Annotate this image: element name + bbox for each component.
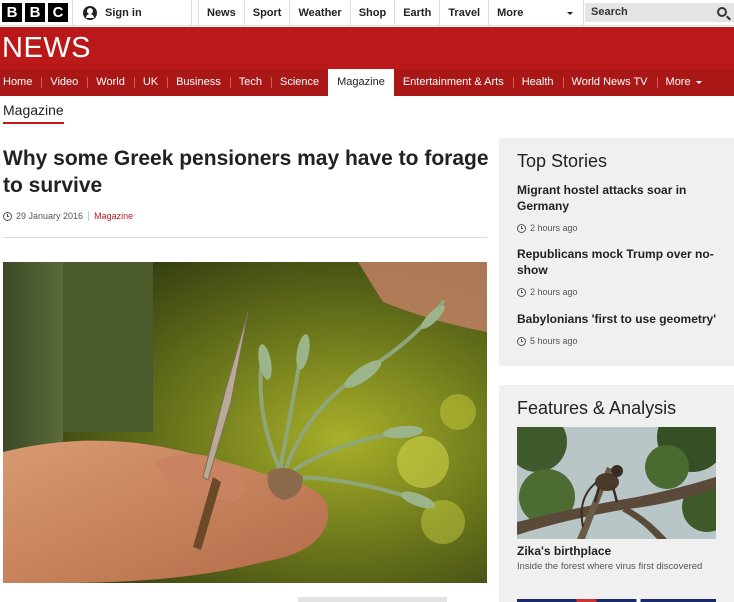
clock-icon [517,287,526,297]
section-nav-world[interactable]: World [87,69,134,96]
features-heading: Features & Analysis [517,398,677,418]
top-story-item[interactable]: Republicans mock Trump over no-show 2 ho… [517,246,727,297]
article-section-link[interactable]: Magazine [94,211,133,221]
clock-icon [517,336,526,346]
section-nav: Home Video World UK Business Tech Scienc… [0,69,734,96]
hero-image [3,262,487,583]
top-story-time-label: 2 hours ago [530,223,578,233]
section-nav-video[interactable]: Video [41,69,87,96]
meta-divider [88,211,90,221]
user-icon [83,6,97,20]
bbc-logo-letter: C [48,3,68,22]
top-stories-heading: Top Stories [517,151,608,171]
section-nav-world-news-tv[interactable]: World News TV [562,69,657,96]
features-panel: Features & Analysis Zika's birthplace In… [499,385,734,602]
top-story-time-label: 2 hours ago [530,287,578,297]
top-story-title[interactable]: Babylonians 'first to use geometry' [517,311,727,327]
top-story-time-label: 5 hours ago [530,336,578,346]
top-story-item[interactable]: Migrant hostel attacks soar in Germany 2… [517,182,727,233]
top-story-title[interactable]: Republicans mock Trump over no-show [517,246,727,278]
global-nav-travel[interactable]: Travel [439,0,488,26]
top-story-time: 2 hours ago [517,223,727,233]
sign-in-button[interactable]: Sign in [72,0,192,26]
top-story-item[interactable]: Babylonians 'first to use geometry' 5 ho… [517,311,727,346]
bbc-logo-letter: B [25,3,45,22]
news-logo[interactable]: NEWS [2,32,91,65]
feature-image[interactable] [517,427,716,539]
global-nav-more[interactable]: More [488,0,585,26]
global-nav: News Sport Weather Shop Earth Travel Mor… [198,0,585,26]
section-label[interactable]: Magazine [3,102,64,124]
article-date: 29 January 2016 [16,211,84,221]
global-nav-sport[interactable]: Sport [243,0,290,26]
top-story-title[interactable]: Migrant hostel attacks soar in Germany [517,182,727,214]
search-icon[interactable] [717,7,727,17]
sign-in-label: Sign in [105,7,142,19]
section-nav-home[interactable]: Home [0,69,41,96]
clock-icon [3,211,12,221]
bbc-logo[interactable]: B B C [2,3,68,22]
global-nav-shop[interactable]: Shop [349,0,395,26]
top-story-time: 2 hours ago [517,287,727,297]
article-headline: Why some Greek pensioners may have to fo… [3,147,489,197]
news-masthead: NEWS [0,27,734,69]
section-nav-tech[interactable]: Tech [229,69,271,96]
global-nav-earth[interactable]: Earth [394,0,439,26]
feature-summary: Inside the forest where virus first disc… [517,561,703,572]
section-nav-uk[interactable]: UK [133,69,167,96]
divider [3,237,487,238]
scrollbar[interactable] [298,597,447,602]
global-nav-weather[interactable]: Weather [289,0,349,26]
search-input[interactable]: Search [585,3,734,22]
bbc-logo-letter: B [2,3,22,22]
monkey-in-tree-icon [517,427,716,539]
top-story-time: 5 hours ago [517,336,727,346]
section-nav-entertainment[interactable]: Entertainment & Arts [394,69,513,96]
section-nav-more[interactable]: More [656,69,711,96]
search-placeholder: Search [591,6,628,18]
clock-icon [517,223,526,233]
section-nav-science[interactable]: Science [270,69,328,96]
section-nav-business[interactable]: Business [167,69,230,96]
global-bar: B B C Sign in News Sport Weather Shop Ea… [0,0,734,26]
top-stories-panel: Top Stories Migrant hostel attacks soar … [499,138,734,366]
section-nav-magazine[interactable]: Magazine [328,69,394,96]
global-nav-news[interactable]: News [198,0,244,26]
feature-title[interactable]: Zika's birthplace [517,544,611,558]
article-meta: 29 January 2016 Magazine [3,211,133,221]
section-nav-health[interactable]: Health [512,69,563,96]
hands-holding-plant-icon [3,262,487,583]
